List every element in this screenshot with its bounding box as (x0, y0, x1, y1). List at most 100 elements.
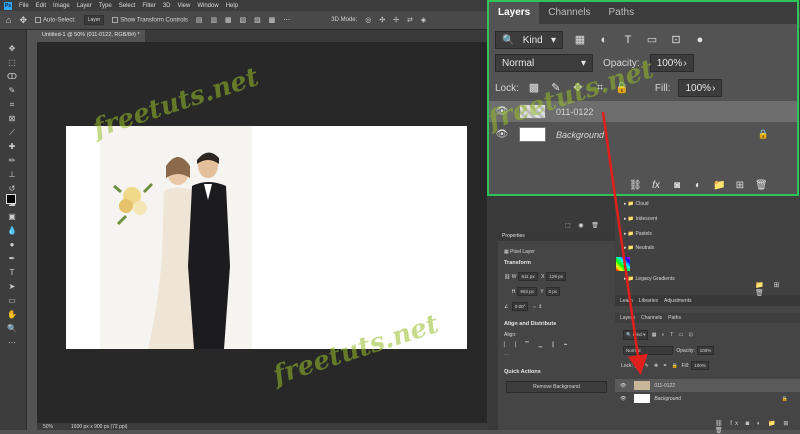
gradient-group-iridescent[interactable]: ▸ 📁 Iridescent (624, 216, 657, 222)
small-fill-field[interactable]: 100% (691, 361, 709, 370)
small-opacity-field[interactable]: 100% (696, 346, 715, 355)
filter-toggle-icon[interactable]: ● (693, 33, 707, 47)
opacity-field[interactable]: 100% › (649, 54, 694, 72)
small-blend-mode[interactable]: Normal (623, 346, 673, 355)
x-field[interactable]: 129 px (546, 272, 566, 281)
fill-field[interactable]: 100% › (678, 79, 723, 97)
gradient-group-pastels[interactable]: ▸ 📁 Pastels (624, 231, 652, 237)
menu-select[interactable]: Select (119, 3, 136, 9)
tab-layers[interactable]: Layers (489, 2, 540, 24)
angle-field[interactable]: 0.00° (511, 302, 529, 311)
menu-filter[interactable]: Filter (142, 3, 155, 9)
zoom-level[interactable]: 50% (43, 424, 53, 430)
3d-tools-icons[interactable]: ◎ ✣ ✢ ⇄ ◈ (365, 16, 429, 24)
tab-channels-small[interactable]: Channels (641, 315, 662, 321)
fx-icon[interactable]: fx (650, 180, 662, 192)
align-section-title[interactable]: Align and Distribute (498, 318, 615, 330)
path-select-icon[interactable]: ➤ (7, 282, 17, 292)
new-gradient-icons[interactable]: 📁 ⊞ 🗑 (755, 281, 800, 297)
brush-tool-icon[interactable]: ✏ (7, 156, 17, 166)
move-tool-icon[interactable]: ✥ (19, 15, 27, 26)
more-tools-icon[interactable]: ⋯ (7, 338, 17, 348)
new-layer-icon[interactable]: ⊞ (734, 180, 746, 192)
tab-learn[interactable]: Learn (620, 298, 633, 304)
menu-window[interactable]: Window (197, 3, 218, 9)
blur-tool-icon[interactable]: 💧 (7, 226, 17, 236)
gradient-group-cloud[interactable]: ▸ 📁 Cloud (624, 201, 649, 207)
tab-paths-small[interactable]: Paths (668, 315, 681, 321)
small-layer-name[interactable]: 011-0122 (654, 383, 675, 389)
adjustment-layer-icon[interactable]: ◐ (692, 180, 704, 192)
history-brush-icon[interactable]: ↺ (7, 184, 17, 194)
width-field[interactable]: 611 px (518, 272, 538, 281)
link-layers-icon[interactable]: ⛓ (629, 180, 642, 192)
auto-select-dropdown[interactable]: Layer (83, 15, 105, 25)
link-icon[interactable]: ⛓ (504, 274, 510, 280)
y-field[interactable]: 0 px (545, 287, 561, 296)
foreground-color[interactable] (6, 194, 16, 204)
stamp-tool-icon[interactable]: ⊥ (7, 170, 17, 180)
frame-tool-icon[interactable]: ⊠ (7, 114, 17, 124)
lasso-tool-icon[interactable]: ↀ (7, 72, 17, 82)
rainbow-swatch[interactable] (616, 257, 630, 271)
pixel-filter-icon[interactable]: ▦ (573, 33, 587, 47)
dodge-tool-icon[interactable]: ● (7, 240, 17, 250)
small-kind-filter[interactable]: 🔍 Kind ▾ (623, 330, 649, 340)
menu-type[interactable]: Type (99, 3, 112, 9)
eyedropper-tool-icon[interactable]: ⟋ (7, 128, 17, 138)
visibility-icon[interactable]: 👁 (620, 396, 626, 402)
tab-paths[interactable]: Paths (600, 2, 644, 24)
document-tab[interactable]: Untitled-1 @ 50% (011-0122, RGB/8#) * (37, 30, 145, 42)
type-filter-icon[interactable]: T (621, 33, 635, 47)
menu-view[interactable]: View (177, 3, 190, 9)
tab-adjustments[interactable]: Adjustments (664, 298, 692, 304)
shape-filter-icon[interactable]: ▭ (645, 33, 659, 47)
marquee-tool-icon[interactable]: ⬚ (7, 58, 17, 68)
small-lock-icons[interactable]: ▦ ✎ ✥ ⌗ 🔒 (634, 363, 680, 369)
transform-section-title[interactable]: Transform (498, 257, 615, 269)
menu-file[interactable]: File (19, 3, 29, 9)
zoom-tool-icon[interactable]: 🔍 (7, 324, 17, 334)
auto-select-checkbox[interactable]: Auto-Select: (34, 16, 76, 23)
healing-tool-icon[interactable]: ✚ (7, 142, 17, 152)
tab-channels[interactable]: Channels (539, 2, 599, 24)
more-options-icon[interactable]: ⋯ (498, 350, 615, 360)
small-layer-row-2[interactable]: 👁 Background 🔒 (615, 392, 800, 405)
quick-select-tool-icon[interactable]: ✎ (7, 86, 17, 96)
move-tool-icon[interactable]: ✥ (7, 44, 17, 54)
kind-filter[interactable]: 🔍 Kind ▾ (495, 31, 563, 49)
shape-tool-icon[interactable]: ▭ (7, 296, 17, 306)
tab-libraries[interactable]: Libraries (639, 298, 658, 304)
pen-tool-icon[interactable]: ✒ (7, 254, 17, 264)
small-filter-icons[interactable]: ▦ ◐ T ▭ ⊡ (652, 332, 695, 338)
transform-controls-checkbox[interactable]: Show Transform Controls (112, 16, 188, 23)
home-icon[interactable]: ⌂ (6, 15, 11, 25)
gradient-group-legacy[interactable]: ▸ 📁 Legacy Gradients (624, 276, 675, 282)
small-layer-name[interactable]: Background (654, 396, 681, 402)
gradient-tool-icon[interactable]: ▣ (7, 212, 17, 222)
menu-3d[interactable]: 3D (163, 3, 171, 9)
visibility-icon[interactable]: 👁 (620, 383, 626, 389)
small-layer-bottom-icons[interactable]: ⛓ fx ◙ ◐ 📁 ⊞ 🗑 (715, 420, 800, 434)
group-folder-icon[interactable]: 📁 (713, 180, 725, 192)
crop-tool-icon[interactable]: ⌗ (7, 100, 17, 110)
trash-icon[interactable]: 🗑 (755, 180, 768, 192)
document-canvas[interactable] (66, 126, 467, 349)
layer-row-background[interactable]: 👁 Background 🔒 (489, 124, 797, 145)
quick-actions-title[interactable]: Quick Actions (498, 366, 615, 378)
flip-icons[interactable]: ⇔ ⇕ (532, 304, 543, 310)
menu-layer[interactable]: Layer (77, 3, 92, 9)
smart-object-filter-icon[interactable]: ⊡ (669, 33, 683, 47)
small-layer-row-1[interactable]: 👁 011-0122 (615, 379, 800, 392)
align-icons[interactable]: ▤ ▥ ▦ ▧ ▨ ▩ ⋯ (196, 16, 293, 24)
gradient-group-neutrals[interactable]: ▸ 📁 Neutrals (624, 245, 654, 251)
type-tool-icon[interactable]: T (7, 268, 17, 278)
menu-edit[interactable]: Edit (36, 3, 46, 9)
menu-help[interactable]: Help (226, 3, 238, 9)
layer-name[interactable]: Background (556, 130, 604, 140)
mask-icon[interactable]: ◙ (671, 180, 683, 192)
properties-title[interactable]: Properties (498, 232, 615, 241)
hand-tool-icon[interactable]: ✋ (7, 310, 17, 320)
remove-background-button[interactable]: Remove Background (506, 381, 607, 393)
adjustment-filter-icon[interactable]: ◐ (597, 33, 611, 47)
